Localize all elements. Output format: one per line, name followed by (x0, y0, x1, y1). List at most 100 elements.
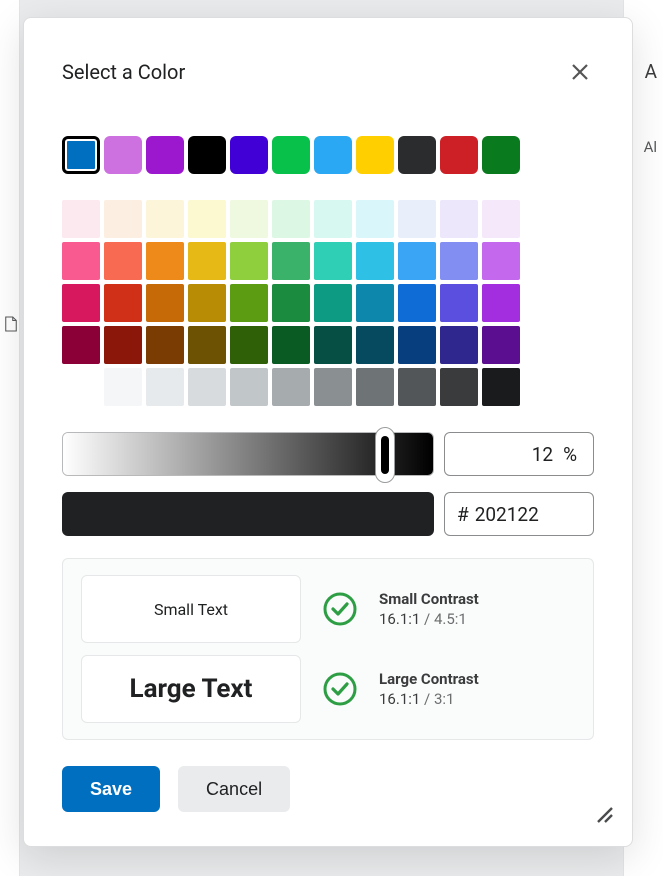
color-swatch[interactable] (188, 242, 226, 280)
color-swatch[interactable] (482, 200, 520, 238)
color-grid-row (62, 368, 594, 406)
color-swatch[interactable] (482, 326, 520, 364)
color-swatch[interactable] (272, 284, 310, 322)
color-grid (62, 200, 594, 406)
color-swatch[interactable] (230, 200, 268, 238)
preset-swatch[interactable] (314, 136, 352, 174)
color-swatch[interactable] (356, 326, 394, 364)
color-swatch[interactable] (62, 284, 100, 322)
large-contrast-ratio: 16.1:1 / 3:1 (379, 690, 479, 708)
color-swatch[interactable] (62, 326, 100, 364)
color-swatch[interactable] (62, 242, 100, 280)
color-swatch[interactable] (230, 326, 268, 364)
color-grid-row (62, 284, 594, 322)
color-swatch[interactable] (314, 368, 352, 406)
preset-swatch[interactable] (146, 136, 184, 174)
brightness-thumb[interactable] (375, 427, 395, 483)
color-swatch[interactable] (230, 368, 268, 406)
color-swatch[interactable] (188, 368, 226, 406)
color-swatch[interactable] (272, 368, 310, 406)
color-swatch[interactable] (146, 326, 184, 364)
color-swatch[interactable] (482, 284, 520, 322)
contrast-row-small: Small Text Small Contrast 16.1:1 / 4.5:1 (81, 575, 575, 643)
cancel-button[interactable]: Cancel (178, 766, 290, 812)
color-swatch[interactable] (272, 200, 310, 238)
color-swatch[interactable] (398, 242, 436, 280)
check-icon (323, 592, 357, 626)
preset-swatch[interactable] (104, 136, 142, 174)
preset-swatch[interactable] (230, 136, 268, 174)
color-picker-dialog: Select a Color % # Small Text (23, 17, 633, 847)
large-contrast-info: Large Contrast 16.1:1 / 3:1 (379, 670, 479, 708)
preset-swatch[interactable] (440, 136, 478, 174)
small-contrast-info: Small Contrast 16.1:1 / 4.5:1 (379, 590, 479, 628)
hex-row: # (62, 492, 594, 536)
color-swatch[interactable] (62, 368, 100, 406)
color-swatch[interactable] (398, 284, 436, 322)
color-swatch[interactable] (146, 200, 184, 238)
color-swatch[interactable] (62, 200, 100, 238)
color-swatch[interactable] (314, 200, 352, 238)
color-swatch[interactable] (104, 242, 142, 280)
preset-swatch[interactable] (482, 136, 520, 174)
color-swatch[interactable] (146, 284, 184, 322)
color-swatch[interactable] (104, 368, 142, 406)
background-text: A (645, 60, 657, 83)
color-swatch[interactable] (440, 284, 478, 322)
hash-prefix: # (457, 503, 469, 526)
color-swatch[interactable] (188, 284, 226, 322)
color-swatch[interactable] (356, 242, 394, 280)
color-swatch[interactable] (188, 200, 226, 238)
preset-swatch[interactable] (188, 136, 226, 174)
color-swatch[interactable] (230, 242, 268, 280)
color-swatch[interactable] (356, 368, 394, 406)
brightness-input[interactable] (503, 443, 553, 466)
color-swatch[interactable] (398, 368, 436, 406)
small-contrast-label: Small Contrast (379, 590, 479, 608)
color-swatch[interactable] (440, 200, 478, 238)
color-swatch[interactable] (146, 242, 184, 280)
color-swatch[interactable] (482, 242, 520, 280)
color-swatch[interactable] (398, 200, 436, 238)
color-swatch[interactable] (314, 326, 352, 364)
large-text-sample: Large Text (81, 655, 301, 723)
color-grid-row (62, 242, 594, 280)
color-swatch[interactable] (440, 326, 478, 364)
color-swatch[interactable] (314, 284, 352, 322)
preset-color-row (62, 136, 594, 174)
color-swatch[interactable] (104, 284, 142, 322)
color-swatch[interactable] (230, 284, 268, 322)
contrast-row-large: Large Text Large Contrast 16.1:1 / 3:1 (81, 655, 575, 723)
dialog-title: Select a Color (62, 60, 185, 84)
color-swatch[interactable] (104, 200, 142, 238)
color-swatch[interactable] (482, 368, 520, 406)
preset-swatch[interactable] (62, 136, 100, 174)
preset-swatch[interactable] (398, 136, 436, 174)
brightness-slider[interactable] (62, 432, 434, 476)
color-swatch[interactable] (440, 242, 478, 280)
color-swatch[interactable] (104, 326, 142, 364)
save-button[interactable]: Save (62, 766, 160, 812)
color-swatch[interactable] (398, 326, 436, 364)
resize-handle[interactable] (594, 804, 614, 828)
color-swatch[interactable] (188, 326, 226, 364)
small-contrast-ratio: 16.1:1 / 4.5:1 (379, 610, 479, 628)
color-swatch[interactable] (146, 368, 184, 406)
hex-input-wrapper: # (444, 492, 594, 536)
color-swatch[interactable] (440, 368, 478, 406)
color-swatch[interactable] (356, 200, 394, 238)
close-button[interactable] (566, 58, 594, 86)
color-swatch[interactable] (272, 326, 310, 364)
color-grid-row (62, 200, 594, 238)
brightness-row: % (62, 432, 594, 476)
color-swatch[interactable] (272, 242, 310, 280)
color-preview (62, 492, 434, 536)
hex-input[interactable] (475, 503, 581, 526)
dialog-header: Select a Color (62, 58, 594, 86)
color-swatch[interactable] (314, 242, 352, 280)
background-left-panel (0, 0, 20, 876)
contrast-panel: Small Text Small Contrast 16.1:1 / 4.5:1… (62, 558, 594, 740)
color-swatch[interactable] (356, 284, 394, 322)
preset-swatch[interactable] (272, 136, 310, 174)
preset-swatch[interactable] (356, 136, 394, 174)
